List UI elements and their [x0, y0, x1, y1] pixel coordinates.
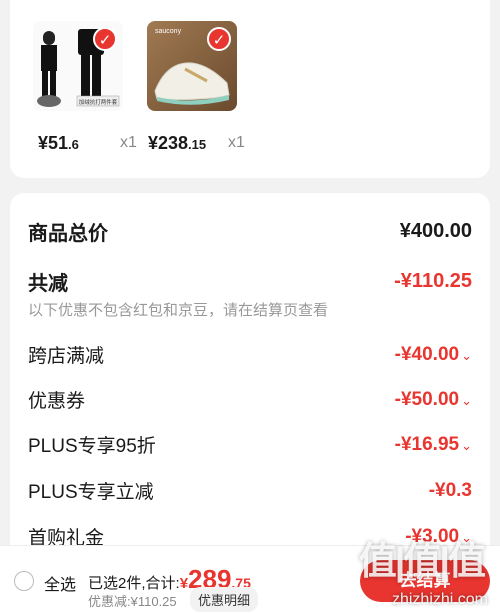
discount-label: PLUS专享95折	[28, 436, 156, 457]
reduce-label: 共减	[28, 273, 68, 295]
product-caption: 加绒抗打两件套	[79, 98, 118, 106]
discount-note: 以下优惠不包含红包和京豆，请在结算页查看	[28, 302, 329, 319]
product-qty: x1	[120, 134, 137, 151]
select-all-label[interactable]: 全选	[44, 571, 76, 595]
discount-detail-button[interactable]: 优惠明细	[190, 587, 259, 612]
discount-value: -¥50.00	[394, 388, 460, 410]
product-qty: x1	[228, 134, 245, 151]
reduce-value: -¥110.25	[394, 270, 472, 292]
chevron-down-icon: ⌄	[461, 392, 472, 408]
check-icon: ✓	[93, 27, 117, 51]
discount-value: -¥0.3	[428, 479, 472, 501]
product-image[interactable]: 加绒抗打两件套 ✓	[33, 21, 123, 111]
selected-count-text: 已选2件,合计:	[88, 575, 180, 592]
products-card: 加绒抗打两件套 ✓ saucony ✓ ¥51.6 x1 ¥238.15 x1	[10, 0, 490, 178]
product-image[interactable]: saucony ✓	[147, 21, 237, 111]
total-price-label: 商品总价	[28, 223, 108, 245]
product-price: ¥51.6	[38, 133, 79, 153]
total-price-value: ¥400.00	[399, 220, 472, 242]
total-price-row: 商品总价 ¥400.00	[28, 217, 472, 246]
discount-value: -¥16.95	[394, 433, 460, 455]
discount-row[interactable]: 跨店满减 -¥40.00 ⌄	[28, 341, 472, 368]
chevron-down-icon: ⌄	[461, 437, 472, 453]
discount-row[interactable]: PLUS专享95折 -¥16.95 ⌄	[28, 431, 472, 458]
discount-label: 优惠券	[28, 391, 86, 412]
discount-value: -¥40.00	[394, 343, 460, 365]
discount-total: 优惠减:¥110.25	[88, 594, 177, 609]
checkout-bar: 全选 已选2件,合计:¥289.75 优惠减:¥110.25 优惠明细 去结算 …	[0, 541, 500, 613]
check-icon: ✓	[207, 27, 231, 51]
discount-label: PLUS专享立减	[28, 482, 154, 503]
reduce-row: 共减 -¥110.25	[28, 267, 472, 296]
select-all-radio[interactable]	[14, 571, 34, 591]
product-price: ¥238.15	[148, 133, 207, 153]
watermark-logo: 值|值|值	[358, 541, 486, 583]
watermark-url: zhizhizhi.com	[391, 591, 488, 608]
discount-row: PLUS专享立减 -¥0.3	[28, 477, 472, 504]
brand-logo: saucony	[155, 28, 182, 35]
chevron-down-icon: ⌄	[461, 347, 472, 363]
discount-row[interactable]: 优惠券 -¥50.00 ⌄	[28, 386, 472, 413]
discount-label: 跨店满减	[28, 346, 105, 367]
